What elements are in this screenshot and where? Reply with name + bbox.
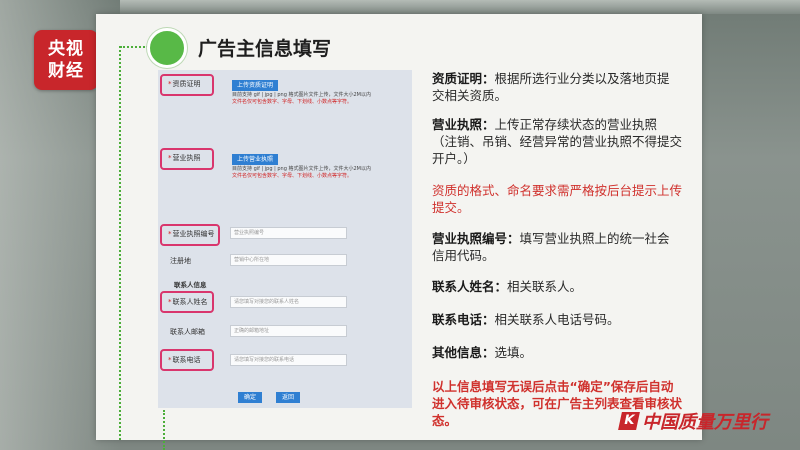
qualification-hint: 目前支持 gif | jpg | png 格式图片文件上传，文件大小2M以内: [232, 92, 371, 98]
desc-license: 营业执照：上传正常存续状态的营业执照（注销、吊销、经营异常的营业执照不得提交开户…: [432, 117, 683, 166]
contact-email-input[interactable]: 正确的邮箱地址: [230, 325, 347, 337]
cqn-watermark: K 中国质量万里行: [618, 408, 768, 434]
license-label: *营业执照: [168, 154, 201, 162]
qualification-label: *资质证明: [168, 80, 201, 88]
contact-name-label: *联系人姓名: [168, 298, 208, 306]
dotted-connector-horizontal: [120, 46, 148, 48]
watermark-text: 中国质量万里行: [642, 412, 768, 433]
dotted-connector-vertical: [119, 46, 121, 440]
desc-contact-name: 联系人姓名：相关联系人。: [432, 279, 583, 294]
upload-license-button[interactable]: 上传营业执照: [232, 154, 279, 165]
cctv-finance-logo: 央视 财经: [34, 30, 98, 90]
license-no-label: *营业执照编号: [168, 230, 215, 238]
slide-title: 广告主信息填写: [198, 38, 332, 60]
watermark-logo-icon: K: [618, 412, 640, 430]
qualification-hint-red: 文件名仅可包含数字、字母、下划线、小数点等字符。: [232, 99, 353, 105]
address-input[interactable]: 营销中心所在地: [230, 254, 347, 266]
upload-qualification-button[interactable]: 上传资质证明: [232, 80, 279, 91]
dotted-connector-vertical-bottom: [163, 410, 165, 450]
license-hint-red: 文件名仅可包含数字、字母、下划线、小数点等字符。: [232, 173, 353, 179]
desc-other-info: 其他信息：选填。: [432, 345, 533, 360]
address-label: 注册地: [170, 257, 191, 265]
desc-contact-phone: 联系电话：相关联系人电话号码。: [432, 312, 620, 327]
desc-format-note: 资质的格式、命名要求需严格按后台提示上传提交。: [432, 183, 683, 215]
desc-license-no: 营业执照编号：填写营业执照上的统一社会信用代码。: [432, 231, 670, 263]
license-hint: 目前支持 gif | jpg | png 格式图片文件上传，文件大小2M以内: [232, 166, 371, 172]
logo-line-2: 财经: [48, 61, 84, 81]
back-button[interactable]: 返回: [276, 392, 301, 403]
green-circle-icon: [147, 28, 187, 68]
logo-line-1: 央视: [48, 39, 84, 59]
contact-section-title: 联系人信息: [174, 281, 207, 289]
license-no-input[interactable]: 营业执照编号: [230, 227, 347, 239]
contact-name-input[interactable]: 请您填写对接您的联系人姓名: [230, 296, 347, 308]
contact-email-label: 联系人邮箱: [170, 328, 205, 336]
contact-phone-label: *联系电话: [168, 356, 201, 364]
desc-qualification: 资质证明：根据所选行业分类以及落地页提交相关资质。: [432, 71, 670, 103]
confirm-button[interactable]: 确定: [238, 392, 263, 403]
background-blur-top: [120, 0, 800, 14]
contact-phone-input[interactable]: 请您填写对接您的联系电话: [230, 354, 347, 366]
